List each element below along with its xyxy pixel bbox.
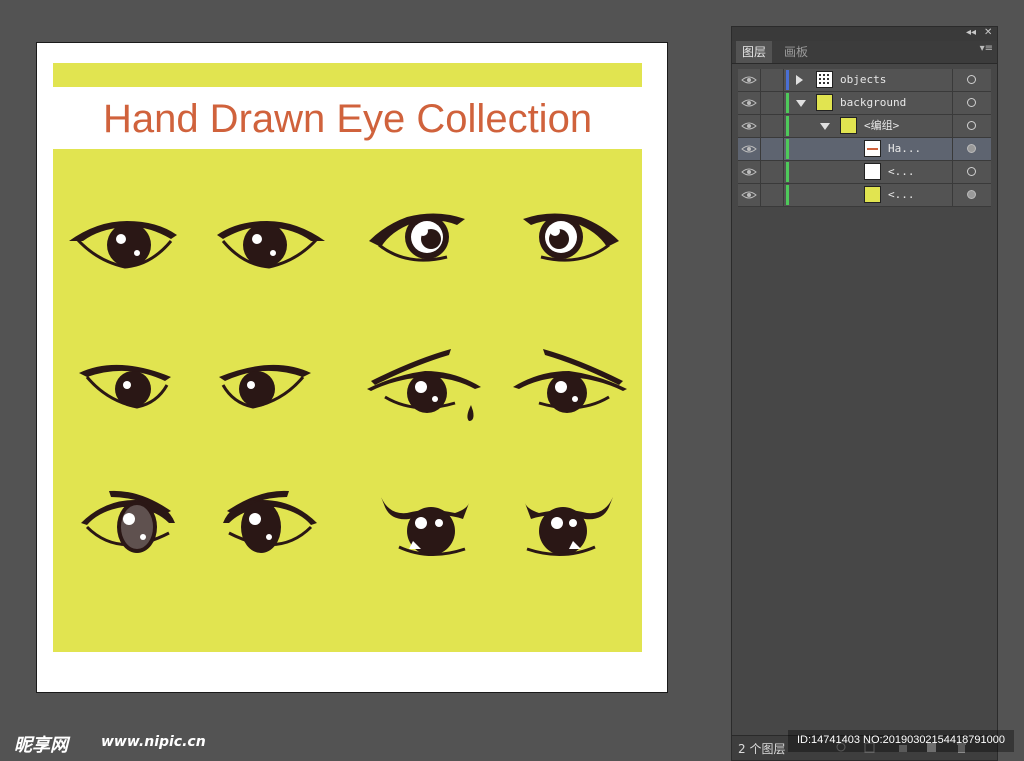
eye-collection-panel xyxy=(53,149,642,652)
watermark-id: ID:14741403 NO:20190302154418791000 xyxy=(797,734,1005,746)
layer-name: <编组> xyxy=(864,119,900,132)
target-column xyxy=(952,92,991,114)
artboard[interactable]: Hand Drawn Eye Collection xyxy=(36,42,668,693)
layer-row[interactable]: objects xyxy=(738,69,991,92)
layer-thumbnail xyxy=(864,163,881,180)
target-circle-icon[interactable] xyxy=(967,144,976,153)
target-circle-icon[interactable] xyxy=(967,121,976,130)
eye-illustration[interactable] xyxy=(367,207,469,269)
layers-panel: ◂◂ ✕ 图层 画板 ▾≡ objects background <编组> Ha...… xyxy=(731,26,998,761)
lock-toggle[interactable] xyxy=(761,115,784,137)
panel-tabs: 图层 画板 ▾≡ xyxy=(732,41,997,64)
tab-artboards[interactable]: 画板 xyxy=(778,41,814,63)
eye-illustration[interactable] xyxy=(379,495,471,565)
artboard-title: Hand Drawn Eye Collection xyxy=(102,97,593,141)
layer-name: objects xyxy=(840,73,887,86)
watermark-url: www.nipic.cn xyxy=(101,734,206,750)
layer-thumbnail xyxy=(864,140,881,157)
layer-row[interactable]: <... xyxy=(738,184,991,207)
eye-illustration[interactable] xyxy=(219,487,319,563)
layer-name: <... xyxy=(888,188,915,201)
watermark-logo: 昵享网 xyxy=(14,735,68,756)
layer-color-bar xyxy=(786,185,789,205)
expand-right-icon[interactable] xyxy=(796,75,803,85)
top-accent-bar xyxy=(53,63,642,87)
layer-color-bar xyxy=(786,116,789,136)
layer-name: Ha... xyxy=(888,142,922,155)
collapse-panel-icon[interactable]: ◂◂ xyxy=(966,26,976,40)
panel-titlebar[interactable]: ◂◂ ✕ xyxy=(732,27,997,41)
tab-layers[interactable]: 图层 xyxy=(736,41,773,63)
layer-row[interactable]: background xyxy=(738,92,991,115)
target-circle-icon[interactable] xyxy=(967,167,976,176)
layer-name: <... xyxy=(888,165,915,178)
eye-illustration[interactable] xyxy=(215,211,327,275)
layer-row[interactable]: <... xyxy=(738,161,991,184)
visibility-eye-icon[interactable] xyxy=(738,115,761,137)
eye-illustration[interactable] xyxy=(217,355,313,415)
expand-down-icon[interactable] xyxy=(820,123,830,130)
lock-toggle[interactable] xyxy=(761,69,784,91)
layer-thumbnail xyxy=(816,94,833,111)
visibility-eye-icon[interactable] xyxy=(738,184,761,206)
eye-illustration[interactable] xyxy=(509,345,629,429)
close-icon[interactable]: ✕ xyxy=(984,26,992,40)
layer-color-bar xyxy=(786,70,789,90)
target-column xyxy=(952,161,991,183)
lock-toggle[interactable] xyxy=(761,138,784,160)
target-circle-icon[interactable] xyxy=(967,98,976,107)
layer-color-bar xyxy=(786,93,789,113)
visibility-eye-icon[interactable] xyxy=(738,138,761,160)
eye-illustration[interactable] xyxy=(523,495,615,565)
eye-illustration[interactable] xyxy=(77,355,173,415)
target-column xyxy=(952,184,991,206)
visibility-eye-icon[interactable] xyxy=(738,92,761,114)
layer-thumbnail xyxy=(816,71,833,88)
target-column xyxy=(952,138,991,160)
eye-illustration[interactable] xyxy=(79,487,179,563)
layer-count: 2 个图层 xyxy=(738,742,786,756)
target-circle-icon[interactable] xyxy=(967,190,976,199)
target-column xyxy=(952,69,991,91)
layer-thumbnail xyxy=(864,186,881,203)
visibility-eye-icon[interactable] xyxy=(738,161,761,183)
target-circle-icon[interactable] xyxy=(967,75,976,84)
layer-thumbnail xyxy=(840,117,857,134)
eye-illustration[interactable] xyxy=(519,207,621,269)
expand-down-icon[interactable] xyxy=(796,100,806,107)
panel-menu-icon[interactable]: ▾≡ xyxy=(980,43,993,54)
eye-illustration[interactable] xyxy=(365,345,485,429)
layer-color-bar xyxy=(786,139,789,159)
eye-illustration[interactable] xyxy=(67,211,179,275)
lock-toggle[interactable] xyxy=(761,161,784,183)
lock-toggle[interactable] xyxy=(761,92,784,114)
layer-row[interactable]: Ha... xyxy=(738,138,991,161)
layer-list: objects background <编组> Ha... <... <... xyxy=(738,69,991,207)
layer-name: background xyxy=(840,96,907,109)
layer-color-bar xyxy=(786,162,789,182)
target-column xyxy=(952,115,991,137)
layer-row[interactable]: <编组> xyxy=(738,115,991,138)
lock-toggle[interactable] xyxy=(761,184,784,206)
visibility-eye-icon[interactable] xyxy=(738,69,761,91)
